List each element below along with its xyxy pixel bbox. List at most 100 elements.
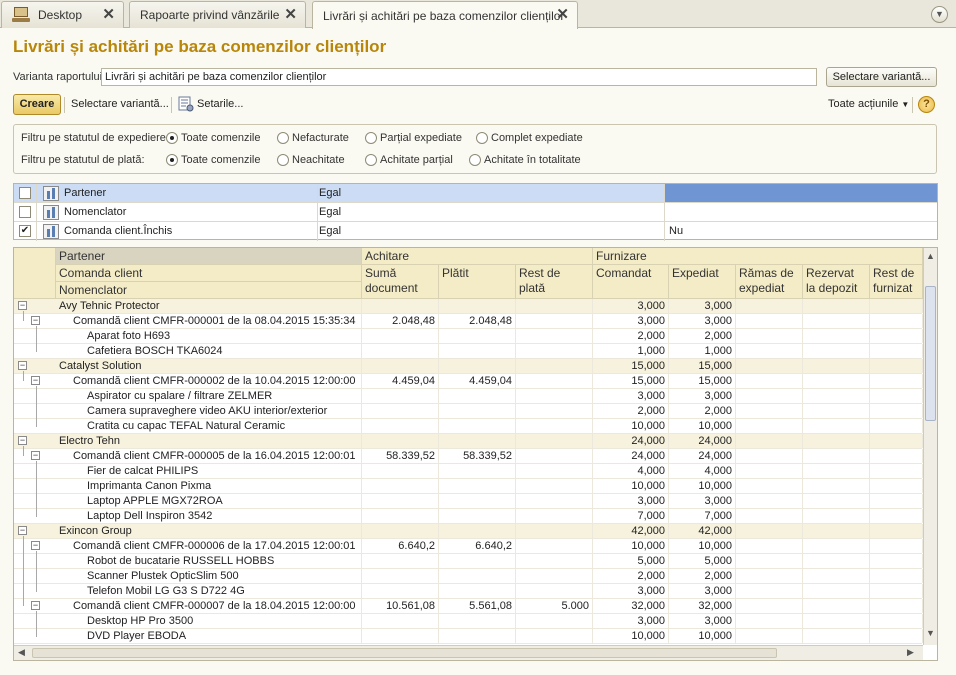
radio-shipping-complete[interactable] — [476, 132, 488, 144]
create-button[interactable]: Creare — [13, 94, 61, 115]
table-row[interactable]: − Electro Tehn 24,000 24,000 — [14, 434, 923, 449]
table-row[interactable]: − Comandă client CMFR-000002 de la 10.04.… — [14, 374, 923, 389]
collapse-icon[interactable]: − — [18, 301, 27, 310]
table-row[interactable]: Desktop HP Pro 3500 3,000 3,000 — [14, 614, 923, 629]
cell-suma-document — [362, 404, 439, 418]
scroll-right-icon[interactable]: ▶ — [907, 647, 914, 658]
cell-expediat: 3,000 — [669, 494, 736, 508]
condition-value[interactable]: Nu — [669, 225, 683, 237]
cell-expediat: 3,000 — [669, 614, 736, 628]
collapse-icon[interactable]: − — [31, 541, 40, 550]
table-row[interactable]: Robot de bucatarie RUSSELL HOBBS 5,000 5,0… — [14, 554, 923, 569]
scroll-up-icon[interactable]: ▲ — [926, 251, 935, 261]
scroll-thumb[interactable] — [925, 286, 936, 421]
table-row[interactable]: Fier de calcat PHILIPS 4,000 4,000 — [14, 464, 923, 479]
table-row[interactable]: Laptop Dell Inspiron 3542 7,000 7,000 — [14, 509, 923, 524]
collapse-icon[interactable]: − — [31, 451, 40, 460]
tab-desktop[interactable]: Desktop ✕ — [1, 1, 124, 28]
radio-label: Nefacturate — [292, 132, 349, 144]
cell-expediat: 24,000 — [669, 449, 736, 463]
tab-rapoarte[interactable]: Rapoarte privind vânzările ✕ — [129, 1, 306, 28]
vertical-scrollbar[interactable]: ▲ ▼ — [923, 248, 937, 645]
tab-label: Rapoarte privind vânzările — [140, 8, 280, 22]
chevron-down-icon[interactable]: ▼ — [931, 6, 948, 23]
collapse-icon[interactable]: − — [18, 361, 27, 370]
collapse-icon[interactable]: − — [31, 316, 40, 325]
table-row[interactable]: − Comandă client CMFR-000006 de la 17.04.… — [14, 539, 923, 554]
scroll-left-icon[interactable]: ◀ — [18, 647, 25, 658]
condition-row[interactable]: ✔ Comanda client.Închis Egal Nu — [14, 222, 937, 241]
settings-button[interactable]: Setarile... — [197, 98, 243, 110]
scroll-thumb[interactable] — [32, 648, 777, 658]
header-rest-de-furnizat[interactable]: Rest de furnizat — [870, 265, 923, 299]
table-row[interactable]: Imprimanta Canon Pixma 10,000 10,000 — [14, 479, 923, 494]
condition-name: Nomenclator — [64, 206, 127, 218]
close-icon[interactable]: ✕ — [102, 7, 115, 22]
table-row[interactable]: − Comandă client CMFR-000005 de la 16.04.… — [14, 449, 923, 464]
table-row[interactable]: Cafetiera BOSCH TKA6024 1,000 1,000 — [14, 344, 923, 359]
select-variant-link[interactable]: Selectare variantă... — [71, 98, 169, 110]
table-row[interactable]: Laptop APPLE MGX72ROA 3,000 3,000 — [14, 494, 923, 509]
table-row[interactable]: Cratita cu capac TEFAL Natural Ceramic 10… — [14, 419, 923, 434]
header-ramas-de-expediat[interactable]: Rămas de expediat — [736, 265, 803, 299]
condition-checkbox[interactable] — [19, 187, 31, 199]
header-comandat[interactable]: Comandat — [593, 265, 669, 299]
table-row[interactable]: DVD Player EBODA 10,000 10,000 — [14, 629, 923, 644]
table-row[interactable]: Aparat foto H693 2,000 2,000 — [14, 329, 923, 344]
table-row[interactable]: Aspirator cu spalare / filtrare ZELMER 3,… — [14, 389, 923, 404]
radio-payment-full[interactable] — [469, 154, 481, 166]
all-actions-menu[interactable]: Toate acțiunile ▼ — [828, 98, 909, 110]
cell-expediat: 10,000 — [669, 629, 736, 643]
collapse-icon[interactable]: − — [31, 376, 40, 385]
settings-icon[interactable] — [178, 96, 194, 112]
cell-suma-document — [362, 389, 439, 403]
tab-livrari[interactable]: Livrări și achitări pe baza comenzilor c… — [312, 1, 578, 29]
collapse-icon[interactable]: − — [18, 526, 27, 535]
cell-platit — [439, 584, 516, 598]
table-row[interactable]: − Exincon Group 42,000 42,000 — [14, 524, 923, 539]
condition-checkbox[interactable]: ✔ — [19, 225, 31, 237]
condition-checkbox[interactable] — [19, 206, 31, 218]
condition-row[interactable]: Nomenclator Egal — [14, 203, 937, 222]
cell-suma-document: 6.640,2 — [362, 539, 439, 553]
radio-payment-unpaid[interactable] — [277, 154, 289, 166]
table-row[interactable]: − Avy Tehnic Protector 3,000 3,000 — [14, 299, 923, 314]
condition-row[interactable]: Partener Egal — [14, 184, 937, 203]
select-variant-button[interactable]: Selectare variantă... — [826, 67, 937, 87]
close-icon[interactable]: ✕ — [284, 7, 297, 22]
help-icon[interactable]: ? — [918, 96, 935, 113]
cell-rest-de-furnizat — [870, 614, 923, 628]
scroll-down-icon[interactable]: ▼ — [926, 628, 935, 638]
table-row[interactable]: Camera supraveghere video AKU interior/e… — [14, 404, 923, 419]
radio-shipping-partial[interactable] — [365, 132, 377, 144]
collapse-icon[interactable]: − — [18, 436, 27, 445]
radio-payment-partial[interactable] — [365, 154, 377, 166]
condition-value[interactable] — [664, 184, 937, 202]
header-partener[interactable]: Partener — [56, 248, 362, 265]
table-row[interactable]: − Comandă client CMFR-000007 de la 18.04.… — [14, 599, 923, 614]
radio-shipping-unbilled[interactable] — [277, 132, 289, 144]
cell-name: Comandă client CMFR-000007 de la 18.04.2… — [73, 599, 362, 613]
radio-payment-all[interactable] — [166, 154, 178, 166]
table-row[interactable]: Scanner Plustek OpticSlim 500 2,000 2,000 — [14, 569, 923, 584]
cell-rest-de-plata — [516, 419, 593, 433]
header-nomenclator[interactable]: Nomenclator — [56, 282, 362, 299]
table-row[interactable]: − Comandă client CMFR-000001 de la 08.04.… — [14, 314, 923, 329]
cell-expediat: 2,000 — [669, 329, 736, 343]
header-comanda[interactable]: Comanda client — [56, 265, 362, 282]
header-expediat[interactable]: Expediat — [669, 265, 736, 299]
horizontal-scrollbar[interactable]: ◀ ▶ — [14, 645, 923, 660]
condition-comparison[interactable]: Egal — [319, 187, 341, 199]
header-suma-document[interactable]: Sumă document — [362, 265, 439, 299]
header-rezervat-la-depozit[interactable]: Rezervat la depozit — [803, 265, 870, 299]
variant-field[interactable]: Livrări și achitări pe baza comenzilor c… — [101, 68, 817, 86]
table-row[interactable]: − Catalyst Solution 15,000 15,000 — [14, 359, 923, 374]
header-rest-de-plata[interactable]: Rest de plată — [516, 265, 593, 299]
condition-comparison[interactable]: Egal — [319, 225, 341, 237]
collapse-icon[interactable]: − — [31, 601, 40, 610]
close-icon[interactable]: ✕ — [556, 7, 569, 22]
condition-comparison[interactable]: Egal — [319, 206, 341, 218]
table-row[interactable]: Telefon Mobil LG G3 S D722 4G 3,000 3,000 — [14, 584, 923, 599]
radio-shipping-all[interactable] — [166, 132, 178, 144]
header-platit[interactable]: Plătit — [439, 265, 516, 299]
